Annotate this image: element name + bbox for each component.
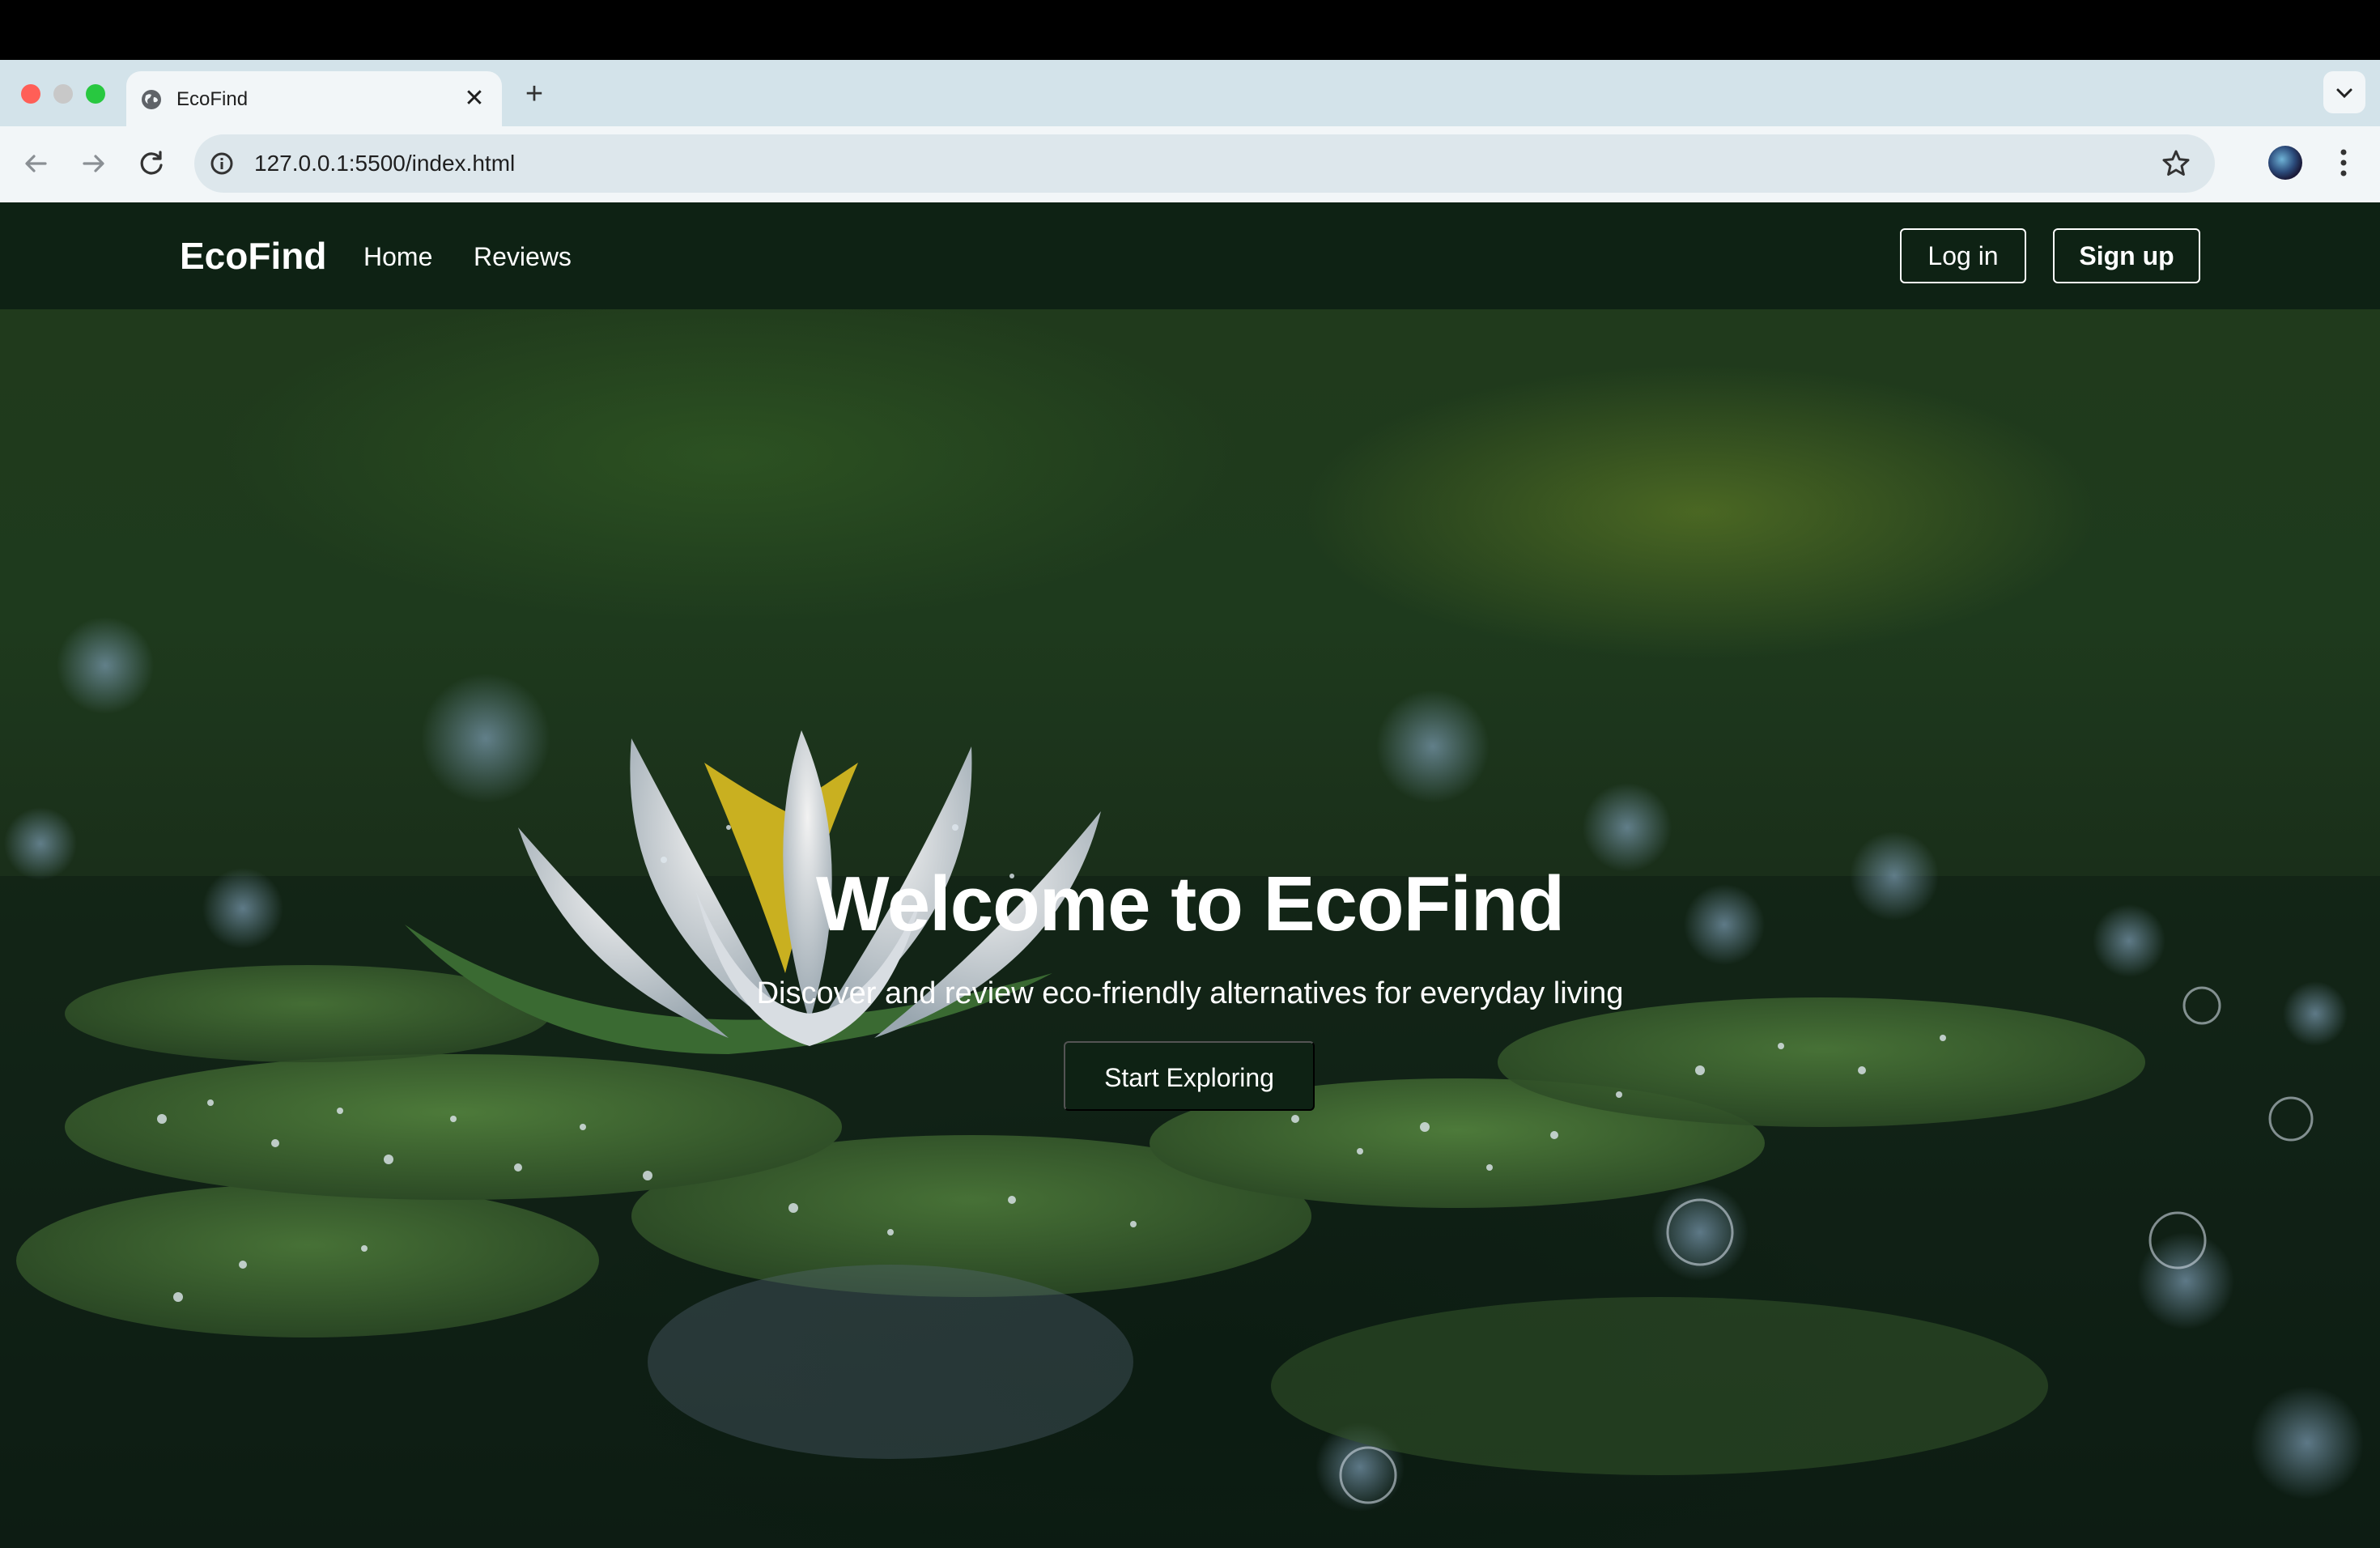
address-bar[interactable]: 127.0.0.1:5500/index.html	[194, 134, 2215, 193]
url-text[interactable]: 127.0.0.1:5500/index.html	[254, 151, 515, 176]
nav-link-home[interactable]: Home	[363, 241, 432, 272]
site-navbar: EcoFind Home Reviews Log in Sign up	[0, 202, 2380, 309]
hero-subtitle: Discover and review eco-friendly alterna…	[756, 976, 1624, 1010]
tab-search-button[interactable]	[2323, 71, 2365, 113]
nav-link-reviews[interactable]: Reviews	[474, 241, 572, 272]
back-arrow-icon[interactable]	[16, 144, 55, 183]
close-tab-icon[interactable]: ✕	[461, 86, 487, 112]
signup-button[interactable]: Sign up	[2053, 228, 2200, 283]
hero-title: Welcome to EcoFind	[815, 861, 1565, 947]
hero-section: Welcome to EcoFind Discover and review e…	[0, 309, 2380, 1548]
browser-chrome: EcoFind ✕ + 127.0.0.1:5500/index.html	[0, 60, 2380, 202]
maximize-window-button[interactable]	[86, 84, 105, 104]
new-tab-button[interactable]: +	[518, 78, 550, 110]
bookmark-star-icon[interactable]	[2158, 146, 2194, 181]
close-window-button[interactable]	[21, 84, 40, 104]
tab-title: EcoFind	[176, 88, 249, 110]
more-vert-icon[interactable]	[2330, 142, 2357, 183]
minimize-window-button[interactable]	[53, 84, 73, 104]
reload-icon[interactable]	[133, 144, 172, 183]
chevron-down-icon	[2336, 88, 2352, 99]
login-button[interactable]: Log in	[1900, 228, 2026, 283]
profile-avatar[interactable]	[2268, 146, 2302, 180]
site-info-icon[interactable]	[206, 147, 238, 180]
web-page: EcoFind Home Reviews Log in Sign up Welc…	[0, 202, 2380, 1548]
browser-toolbar: 127.0.0.1:5500/index.html	[0, 126, 2380, 202]
tab-strip: EcoFind ✕ +	[0, 60, 2380, 126]
forward-arrow-icon[interactable]	[74, 144, 113, 183]
globe-icon	[142, 90, 161, 109]
brand-logo[interactable]: EcoFind	[180, 233, 326, 279]
browser-tab[interactable]: EcoFind ✕	[126, 71, 502, 126]
screen-top-bar	[0, 0, 2380, 60]
start-exploring-button[interactable]: Start Exploring	[1064, 1041, 1315, 1111]
